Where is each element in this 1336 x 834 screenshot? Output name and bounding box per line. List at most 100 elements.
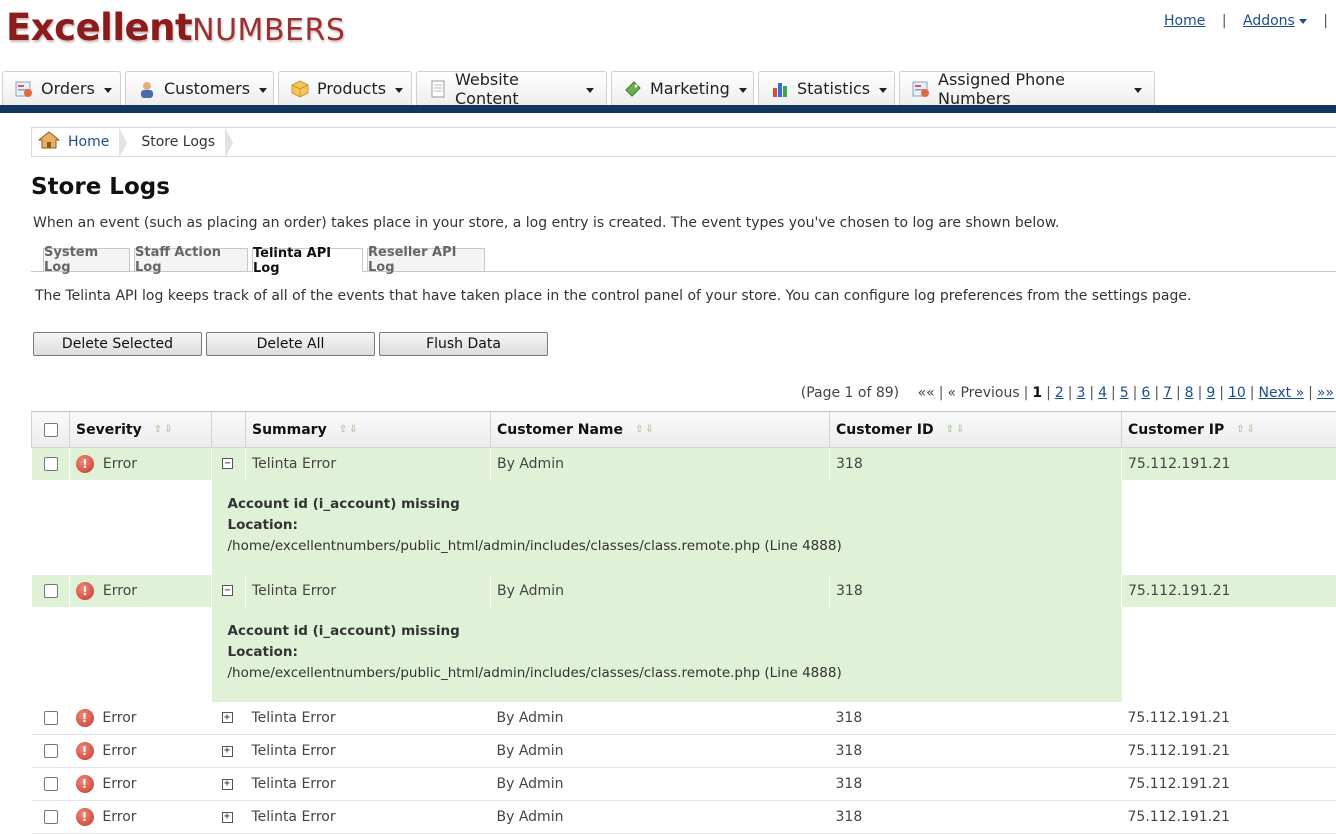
row-checkbox[interactable] [44,777,58,791]
customer-name-cell: By Admin [491,801,830,834]
column-header-severity[interactable]: Severity⇧⇩ [70,412,212,448]
table-row[interactable]: ! Error + Telinta Error By Admin 318 75.… [32,702,1336,735]
row-checkbox[interactable] [44,744,58,758]
statistics-icon [771,80,789,98]
detail-location: /home/excellentnumbers/public_html/admin… [228,663,1106,684]
chevron-down-icon [395,88,403,93]
table-row[interactable]: ! Error + Telinta Error By Admin 318 75.… [32,801,1336,834]
sort-arrows-icon[interactable]: ⇧⇩ [946,424,967,435]
breadcrumb-home[interactable]: Home [32,128,127,156]
row-checkbox[interactable] [44,584,58,598]
pagination-info: (Page 1 of 89) [801,385,899,401]
top-link-home[interactable]: Home [1164,13,1205,29]
top-link-separator: | [1222,13,1227,29]
sort-arrows-icon[interactable]: ⇧⇩ [635,424,656,435]
pagination-page-3[interactable]: 3 [1076,385,1085,401]
expand-icon[interactable]: + [222,779,233,790]
customers-icon [138,80,156,98]
column-header-customer-ip[interactable]: Customer IP⇧⇩ [1122,412,1336,448]
chevron-down-icon [104,88,112,93]
severity-cell: ! Error [70,448,212,480]
row-checkbox[interactable] [44,711,58,725]
pagination-page-2[interactable]: 2 [1055,385,1064,401]
pagination-page-5[interactable]: 5 [1120,385,1129,401]
customer-id-cell: 318 [830,702,1122,735]
summary-cell: Telinta Error [246,768,491,801]
tab-system-log[interactable]: System Log [43,248,130,272]
column-label: Customer Name [497,422,623,438]
tab-staff-action-log[interactable]: Staff Action Log [134,248,248,272]
pagination-page-10[interactable]: 10 [1228,385,1246,401]
breadcrumb-home-link[interactable]: Home [68,134,109,150]
table-row[interactable]: ! Error + Telinta Error By Admin 318 75.… [32,735,1336,768]
column-header-customer-name[interactable]: Customer Name ⇧⇩ [491,412,830,448]
column-header-customer-id[interactable]: Customer ID⇧⇩ [830,412,1122,448]
nav-label-customers: Customers [164,79,250,98]
addons-label: Addons [1243,13,1295,29]
sort-arrows-icon[interactable]: ⇧⇩ [1236,424,1257,435]
customer-id-cell: 318 [830,801,1122,834]
nav-item-marketing[interactable]: Marketing [611,71,754,105]
delete-all-button[interactable]: Delete All [206,332,375,356]
row-checkbox[interactable] [44,457,58,471]
chevron-down-icon [739,88,747,93]
tab-reseller-api-log[interactable]: Reseller API Log [367,248,485,272]
expand-icon[interactable]: + [222,812,233,823]
table-row[interactable]: ! Error − Telinta Error By Admin 318 75.… [32,448,1336,480]
severity-text: Error [103,456,137,472]
brand-logo[interactable]: ExcellentNumbers [6,6,345,50]
error-icon: ! [76,582,94,600]
chevron-down-icon [259,88,267,93]
customer-ip-cell: 75.112.191.21 [1122,575,1336,607]
error-icon: ! [76,709,94,727]
top-link-addons[interactable]: Addons [1243,13,1307,29]
severity-text: Error [103,583,137,599]
tab-label: Reseller API Log [368,245,484,275]
pagination-page-8[interactable]: 8 [1185,385,1194,401]
customer-id-cell: 318 [830,768,1122,801]
top-link-separator-end: | [1323,13,1328,29]
nav-item-website-content[interactable]: Website Content [416,71,607,105]
nav-item-orders[interactable]: Orders [2,71,121,105]
nav-item-statistics[interactable]: Statistics [758,71,895,105]
expand-icon[interactable]: + [222,712,233,723]
sort-arrows-icon[interactable]: ⇧⇩ [154,424,175,435]
pagination-current: 1 [1032,385,1042,401]
collapse-icon[interactable]: − [222,458,233,469]
summary-cell: Telinta Error [246,735,491,768]
pagination-last[interactable]: »» [1317,385,1334,401]
delete-selected-button[interactable]: Delete Selected [33,332,202,356]
expand-icon[interactable]: + [222,746,233,757]
pagination-prev: « Previous [947,385,1019,401]
column-header-toggle [212,412,246,448]
flush-data-button[interactable]: Flush Data [379,332,548,356]
customer-id-cell: 318 [830,735,1122,768]
customer-id-cell: 318 [830,575,1122,607]
column-header-summary[interactable]: Summary⇧⇩ [246,412,491,448]
pagination-page-4[interactable]: 4 [1098,385,1107,401]
home-icon [38,131,60,153]
customer-ip-cell: 75.112.191.21 [1122,801,1336,834]
error-icon: ! [76,742,94,760]
error-icon: ! [76,775,94,793]
table-row[interactable]: ! Error − Telinta Error By Admin 318 75.… [32,575,1336,607]
tab-telinta-api-log[interactable]: Telinta API Log [252,248,363,273]
table-row[interactable]: ! Error + Telinta Error By Admin 318 75.… [32,768,1336,801]
nav-item-products[interactable]: Products [278,71,412,105]
pagination-page-9[interactable]: 9 [1206,385,1215,401]
select-all-checkbox[interactable] [44,423,58,437]
breadcrumb-current-label: Store Logs [141,134,215,150]
row-select-cell [32,575,70,607]
nav-item-assigned-phone-numbers[interactable]: Assigned Phone Numbers [899,71,1155,105]
nav-bar-underline [0,105,1336,113]
pagination-page-6[interactable]: 6 [1141,385,1150,401]
detail-message: Account id (i_account) missing [228,621,1106,642]
detail-content: Account id (i_account) missing Location:… [212,480,1122,575]
pagination-next[interactable]: Next » [1259,385,1305,401]
nav-item-customers[interactable]: Customers [125,71,274,105]
pagination-page-7[interactable]: 7 [1163,385,1172,401]
row-detail: Account id (i_account) missing Location:… [32,607,1336,702]
severity-text: Error [102,710,136,726]
sort-arrows-icon[interactable]: ⇧⇩ [339,424,360,435]
collapse-icon[interactable]: − [222,585,233,596]
